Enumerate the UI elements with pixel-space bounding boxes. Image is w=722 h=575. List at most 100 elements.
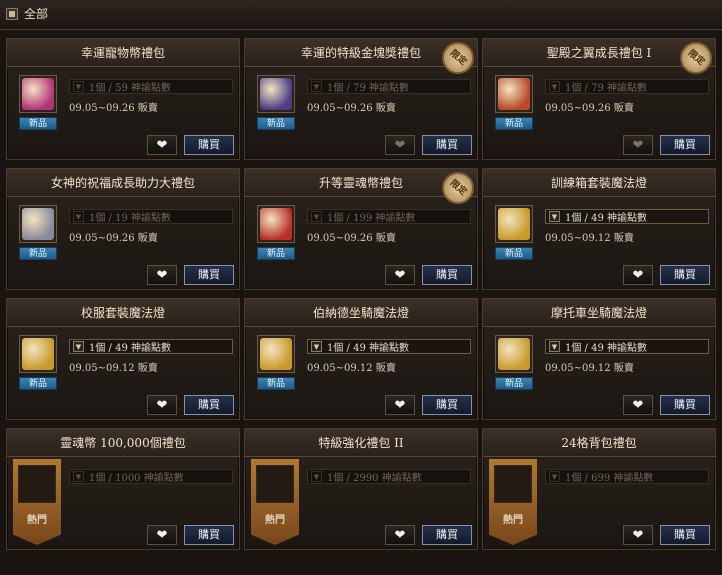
magic-lamp-icon[interactable] xyxy=(257,335,295,373)
sale-period: 09.05~09.12 販賣 xyxy=(545,233,634,244)
item-card: 伯納德坐騎魔法燈 新品 ▼ 1個 / 49 神諭點數 09.05~09.12 販賣 ❤ 購買 xyxy=(244,298,478,420)
wishlist-button[interactable]: ❤ xyxy=(147,135,177,155)
heart-icon: ❤ xyxy=(632,137,644,153)
sale-period: 09.05~09.26 販賣 xyxy=(307,233,396,244)
wishlist-button[interactable]: ❤ xyxy=(147,265,177,285)
item-card: 靈魂幣 100,000個禮包 熱門 ▼ 1個 / 1000 神諭點數 ❤ 購買 xyxy=(6,428,240,550)
chevron-down-icon: ▼ xyxy=(73,81,84,92)
chevron-down-icon[interactable]: ▼ xyxy=(311,341,322,352)
quantity-select[interactable]: ▼ 1個 / 49 神諭點數 xyxy=(307,339,471,354)
quantity-select: ▼ 1個 / 1000 神諭點數 xyxy=(69,469,233,484)
wishlist-button[interactable]: ❤ xyxy=(623,265,653,285)
quantity-price-text: 1個 / 49 神諭點數 xyxy=(565,213,647,224)
heart-icon: ❤ xyxy=(156,137,168,153)
item-card: 校服套裝魔法燈新品 ▼ 1個 / 49 神諭點數 09.05~09.12 販賣 ❤ 購買 xyxy=(6,298,240,420)
item-card: 訓練箱套裝魔法燈 新品 ▼ 1個 / 49 神諭點數 09.05~09.12 販賣 ❤ 購買 xyxy=(482,168,716,290)
wishlist-button[interactable]: ❤ xyxy=(385,395,415,415)
soul-coin-book-icon[interactable] xyxy=(18,465,56,503)
magic-lamp-icon[interactable] xyxy=(19,335,57,373)
sale-period: 09.05~09.12 販賣 xyxy=(545,363,634,374)
item-title: 摩托車坐騎魔法燈 xyxy=(483,299,715,327)
new-badge: 新品 xyxy=(19,247,57,260)
buy-button[interactable]: 購買 xyxy=(422,135,472,155)
quantity-price-text: 1個 / 59 神諭點數 xyxy=(89,83,171,94)
quantity-select: ▼ 1個 / 2990 神諭點數 xyxy=(307,469,471,484)
wishlist-button[interactable]: ❤ xyxy=(623,395,653,415)
heart-icon: ❤ xyxy=(632,267,644,283)
buy-button[interactable]: 購買 xyxy=(184,395,234,415)
wishlist-button[interactable]: ❤ xyxy=(623,135,653,155)
item-image xyxy=(22,338,54,370)
quantity-select: ▼ 1個 / 19 神諭點數 xyxy=(69,209,233,224)
quantity-price-text: 1個 / 49 神諭點數 xyxy=(89,343,171,354)
buy-button[interactable]: 購買 xyxy=(660,395,710,415)
quantity-select[interactable]: ▼ 1個 / 49 神諭點數 xyxy=(545,339,709,354)
heart-icon: ❤ xyxy=(156,527,168,543)
heart-icon: ❤ xyxy=(394,137,406,153)
category-bar: 全部 xyxy=(0,0,722,30)
wishlist-button[interactable]: ❤ xyxy=(147,525,177,545)
hot-badge: 熱門 xyxy=(27,515,47,526)
buy-button[interactable]: 購買 xyxy=(660,265,710,285)
item-image xyxy=(498,78,530,110)
chevron-down-icon: ▼ xyxy=(311,211,322,222)
chevron-down-icon[interactable]: ▼ xyxy=(73,341,84,352)
item-title: 24格背包禮包 xyxy=(483,429,715,457)
hot-frame: 熱門 xyxy=(251,459,299,545)
buy-button[interactable]: 購買 xyxy=(422,395,472,415)
sale-period: 09.05~09.26 販賣 xyxy=(69,233,158,244)
item-card: 幸運的特級金塊獎禮包 新品 ▼ 1個 / 79 神諭點數 09.05~09.26 販賣 ❤… xyxy=(244,38,478,160)
quantity-price-text: 1個 / 699 神諭點數 xyxy=(565,473,654,484)
gold-chest-icon[interactable] xyxy=(257,75,295,113)
wishlist-button[interactable]: ❤ xyxy=(385,525,415,545)
hot-frame: 熱門 xyxy=(489,459,537,545)
new-badge: 新品 xyxy=(257,247,295,260)
gift-bundle-icon[interactable] xyxy=(495,75,533,113)
buy-button[interactable]: 購買 xyxy=(422,525,472,545)
buy-button[interactable]: 購買 xyxy=(184,265,234,285)
category-filter[interactable]: 全部 xyxy=(6,5,48,22)
gift-box-icon[interactable] xyxy=(19,205,57,243)
item-title: 幸運寵物幣禮包 xyxy=(7,39,239,67)
pet-coin-pack-icon[interactable] xyxy=(19,75,57,113)
item-title: 校服套裝魔法燈 xyxy=(7,299,239,327)
hot-badge: 熱門 xyxy=(265,515,285,526)
heart-icon: ❤ xyxy=(394,267,406,283)
item-card: 升等靈魂幣禮包 新品 ▼ 1個 / 199 神諭點數 09.05~09.26 販賣 ❤ 購買… xyxy=(244,168,478,290)
item-card: 幸運寵物幣禮包 新品 ▼ 1個 / 59 神諭點數 09.05~09.26 販賣 ❤ 購買 xyxy=(6,38,240,160)
item-image xyxy=(498,208,530,240)
gift-box-icon[interactable] xyxy=(494,465,532,503)
category-checkbox[interactable] xyxy=(6,7,18,20)
quantity-price-text: 1個 / 1000 神諭點數 xyxy=(89,473,184,484)
buy-button[interactable]: 購買 xyxy=(184,135,234,155)
new-badge: 新品 xyxy=(19,377,57,390)
buy-button[interactable]: 購買 xyxy=(184,525,234,545)
enhance-cube-icon[interactable] xyxy=(256,465,294,503)
sale-period: 09.05~09.12 販賣 xyxy=(307,363,396,374)
quantity-price-text: 1個 / 49 神諭點數 xyxy=(327,343,409,354)
buy-button[interactable]: 購買 xyxy=(422,265,472,285)
chevron-down-icon[interactable]: ▼ xyxy=(549,341,560,352)
limited-seal-label: 限定 xyxy=(673,39,715,81)
magic-lamp-icon[interactable] xyxy=(495,205,533,243)
item-card: 聖殿之翼成長禮包 I 新品 ▼ 1個 / 79 神諭點數 09.05~09.26 販賣 ❤… xyxy=(482,38,716,160)
chevron-down-icon[interactable]: ▼ xyxy=(549,211,560,222)
magic-lamp-icon[interactable] xyxy=(495,335,533,373)
sale-period: 09.05~09.12 販賣 xyxy=(69,363,158,374)
wishlist-button[interactable]: ❤ xyxy=(385,135,415,155)
buy-button[interactable]: 購買 xyxy=(660,135,710,155)
limited-seal-label: 限定 xyxy=(435,39,477,81)
quantity-select[interactable]: ▼ 1個 / 49 神諭點數 xyxy=(69,339,233,354)
hot-frame: 熱門 xyxy=(13,459,61,545)
quantity-select: ▼ 1個 / 79 神諭點數 xyxy=(545,79,709,94)
wishlist-button[interactable]: ❤ xyxy=(147,395,177,415)
new-badge: 新品 xyxy=(257,117,295,130)
wishlist-button[interactable]: ❤ xyxy=(623,525,653,545)
quantity-price-text: 1個 / 79 神諭點數 xyxy=(565,83,647,94)
soul-coin-pack-icon[interactable] xyxy=(257,205,295,243)
quantity-select[interactable]: ▼ 1個 / 49 神諭點數 xyxy=(545,209,709,224)
heart-icon: ❤ xyxy=(632,527,644,543)
buy-button[interactable]: 購買 xyxy=(660,525,710,545)
chevron-down-icon: ▼ xyxy=(311,81,322,92)
wishlist-button[interactable]: ❤ xyxy=(385,265,415,285)
